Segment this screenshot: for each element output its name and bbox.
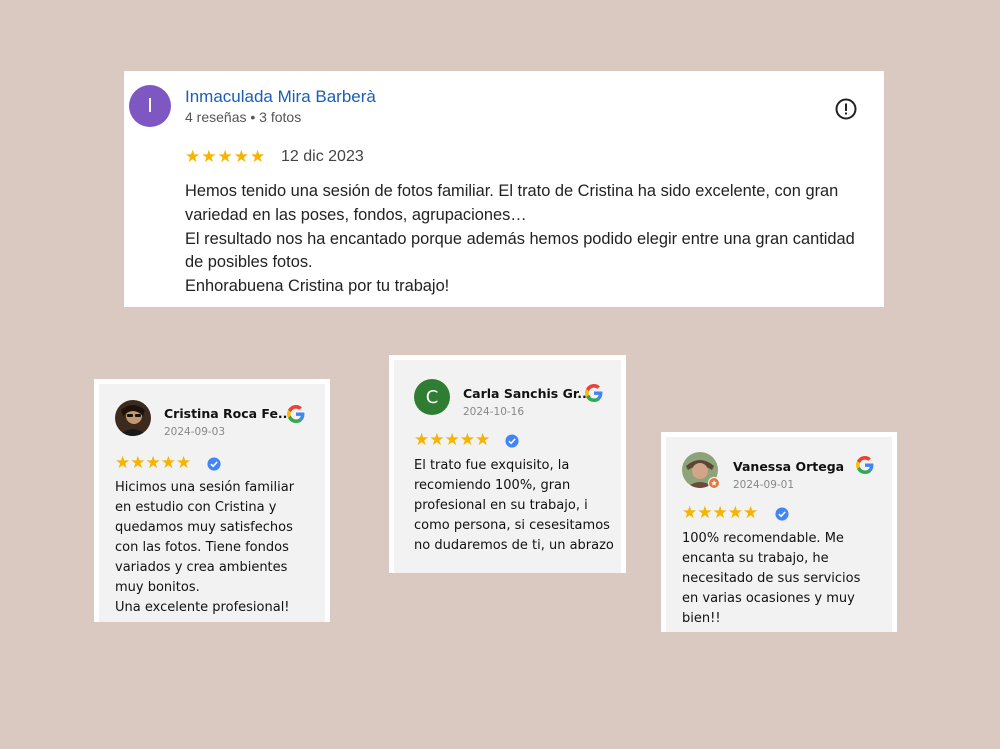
review-line: Hemos tenido una sesión de fotos familia…	[185, 182, 839, 224]
star-rating: ★★★★★	[185, 147, 267, 166]
review-text: 100% recomendable. Me encanta su trabajo…	[682, 529, 878, 629]
main-review-card: I Inmaculada Mira Barberà 4 reseñas • 3 …	[124, 71, 884, 307]
review-date: 2024-09-03	[164, 426, 226, 438]
review-line: Hicimos una sesión familiar en estudio c…	[115, 480, 295, 595]
review-line: El trato fue exquisito, la recomiendo 10…	[414, 458, 614, 553]
verified-check-icon	[207, 457, 221, 471]
reviewer-avatar[interactable]	[115, 400, 151, 436]
reviewer-avatar[interactable]: I	[129, 85, 171, 127]
review-text: Hemos tenido una sesión de fotos familia…	[185, 180, 875, 299]
review-card: Vanessa Ortega 2024-09-01 ★★★★★ 100% rec…	[661, 432, 897, 632]
review-line: Una excelente profesional!	[115, 600, 290, 615]
review-date: 2024-10-16	[463, 406, 525, 418]
star-rating: ★★★★★	[115, 453, 192, 473]
review-line: 100% recomendable. Me encanta su trabajo…	[682, 531, 861, 626]
reviewer-avatar[interactable]: C	[414, 379, 450, 415]
review-card: Cristina Roca Fe... 2024-09-03 ★★★★★ Hic…	[94, 379, 330, 622]
star-rating: ★★★★★	[414, 430, 491, 450]
verified-check-icon	[505, 434, 519, 448]
google-g-icon	[287, 405, 305, 423]
google-g-icon	[585, 384, 603, 402]
report-flag-icon[interactable]	[834, 97, 858, 121]
badge-icon	[708, 477, 720, 489]
review-text: El trato fue exquisito, la recomiendo 10…	[414, 456, 614, 556]
reviewer-name[interactable]: Cristina Roca Fe...	[164, 406, 292, 421]
review-date: 12 dic 2023	[281, 148, 364, 165]
verified-check-icon	[775, 507, 789, 521]
review-date: 2024-09-01	[733, 479, 795, 491]
reviewer-photo	[115, 400, 151, 436]
google-g-icon	[856, 456, 874, 474]
review-text: Hicimos una sesión familiar en estudio c…	[115, 478, 311, 618]
review-line: Enhorabuena Cristina por tu trabajo!	[185, 277, 450, 296]
reviewer-meta: 4 reseñas • 3 fotos	[185, 109, 302, 125]
review-card: C Carla Sanchis Gr... 2024-10-16 ★★★★★ E…	[389, 355, 626, 573]
review-line: El resultado nos ha encantado porque ade…	[185, 229, 855, 272]
reviewer-name[interactable]: Carla Sanchis Gr...	[463, 386, 591, 401]
star-rating: ★★★★★	[682, 503, 759, 523]
reviewer-name[interactable]: Inmaculada Mira Barberà	[185, 87, 376, 107]
reviewer-name[interactable]: Vanessa Ortega	[733, 459, 844, 474]
